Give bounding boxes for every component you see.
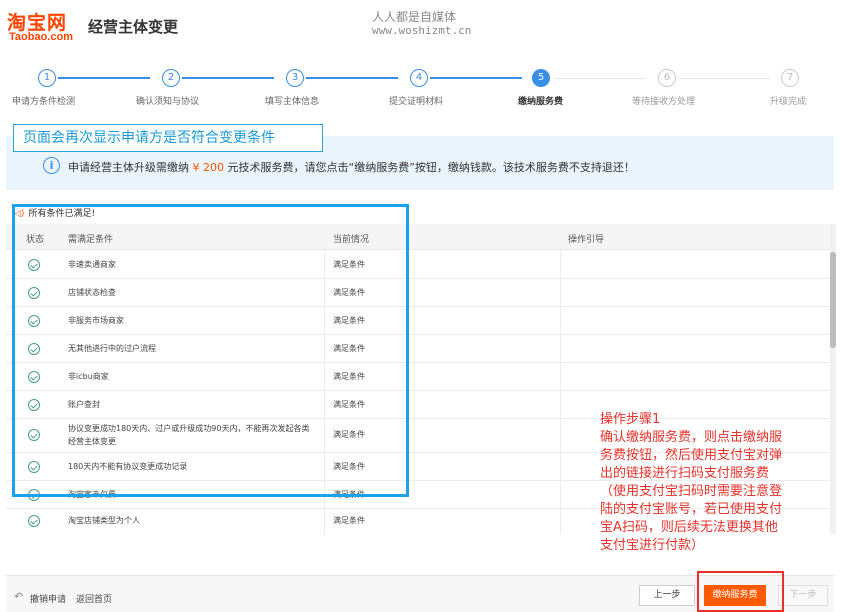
fee-notice: 申请经营主体升级需缴纳 ¥ 200 元技术服务费，请您点击“缴纳服务费”按钮，缴…: [68, 159, 635, 175]
step-6-label: 等待接收方处理: [632, 97, 696, 107]
prev-step-button[interactable]: 上一步: [639, 585, 695, 606]
step-2-label: 确认须知与协议: [136, 97, 200, 107]
info-icon: i: [43, 157, 60, 174]
next-step-button[interactable]: 下一步: [778, 585, 828, 606]
progress-stepper: 1 申请方条件检测 2 确认须知与协议 3 填写主体信息 4 提交证明材料 5 …: [0, 66, 841, 114]
back-home-link[interactable]: 返回首页: [76, 592, 112, 605]
note-line: 确认缴纳服务费，则点击缴纳服: [600, 430, 783, 445]
highlight-box-pay-button: [697, 571, 784, 612]
status-cell: 满足条件: [333, 516, 365, 525]
step-4-circle: 4: [410, 69, 428, 87]
step-4-label: 提交证明材料: [389, 97, 444, 107]
step-1-circle: 1: [38, 69, 56, 87]
annotation-banner: 页面会再次显示申请方是否符合变更条件: [13, 124, 323, 152]
step-5-label: 缴纳服务费: [518, 97, 564, 107]
highlight-box-conditions: [12, 204, 409, 497]
step-6-circle: 6: [658, 69, 676, 87]
fee-notice-after: 元技术服务费，请您点击“缴纳服务费”按钮，缴纳钱款。该技术服务费不支持退还！: [224, 161, 635, 174]
step-connector: [306, 77, 398, 79]
note-line: 宝A扫码，则后续无法更换其他: [600, 520, 778, 535]
watermark-line2: www.woshizmt.cn: [372, 24, 472, 37]
undo-icon[interactable]: ↶: [14, 590, 23, 603]
step-1-label: 申请方条件检测: [12, 97, 76, 107]
fee-amount: ¥ 200: [192, 161, 225, 174]
step-7-circle: 7: [781, 69, 799, 87]
step-connector: [430, 77, 522, 79]
check-circle-icon: [28, 515, 40, 527]
operation-note: 操作步骤1 确认缴纳服务费，则点击缴纳服 务费按钮，然后使用支付宝对弹 出的链接…: [600, 411, 832, 555]
note-line: 支付宝进行付款）: [600, 538, 705, 553]
step-connector: [182, 77, 274, 79]
undo-application-link[interactable]: 撤销申请: [30, 592, 66, 605]
note-line: 陆的支付宝账号，若已使用支付: [600, 502, 783, 517]
scrollbar-thumb[interactable]: [830, 252, 836, 348]
taobao-logo[interactable]: 淘宝网 Taobao.com: [7, 8, 83, 44]
note-line: 出的链接进行扫码支付服务费: [600, 466, 770, 481]
note-line: 务费按钮，然后使用支付宝对弹: [600, 448, 783, 463]
step-connector: [678, 78, 770, 79]
step-3-circle: 3: [286, 69, 304, 87]
col-header-guide: 操作引导: [568, 235, 605, 245]
condition-cell: 淘宝店铺类型为个人: [68, 516, 140, 525]
logo-en-text: Taobao.com: [9, 31, 73, 43]
step-5-circle: 5: [532, 69, 550, 87]
step-connector: [58, 77, 150, 79]
fee-notice-before: 申请经营主体升级需缴纳: [68, 161, 193, 174]
step-2-circle: 2: [162, 69, 180, 87]
step-connector: [554, 78, 646, 79]
note-line: （使用支付宝扫码时需要注意登: [600, 484, 783, 499]
page-title: 经营主体变更: [88, 18, 179, 36]
note-line: 操作步骤1: [600, 412, 661, 427]
step-7-label: 升级完成: [770, 97, 807, 107]
watermark-line1: 人人都是自媒体: [372, 10, 457, 24]
step-3-label: 填写主体信息: [265, 97, 320, 107]
